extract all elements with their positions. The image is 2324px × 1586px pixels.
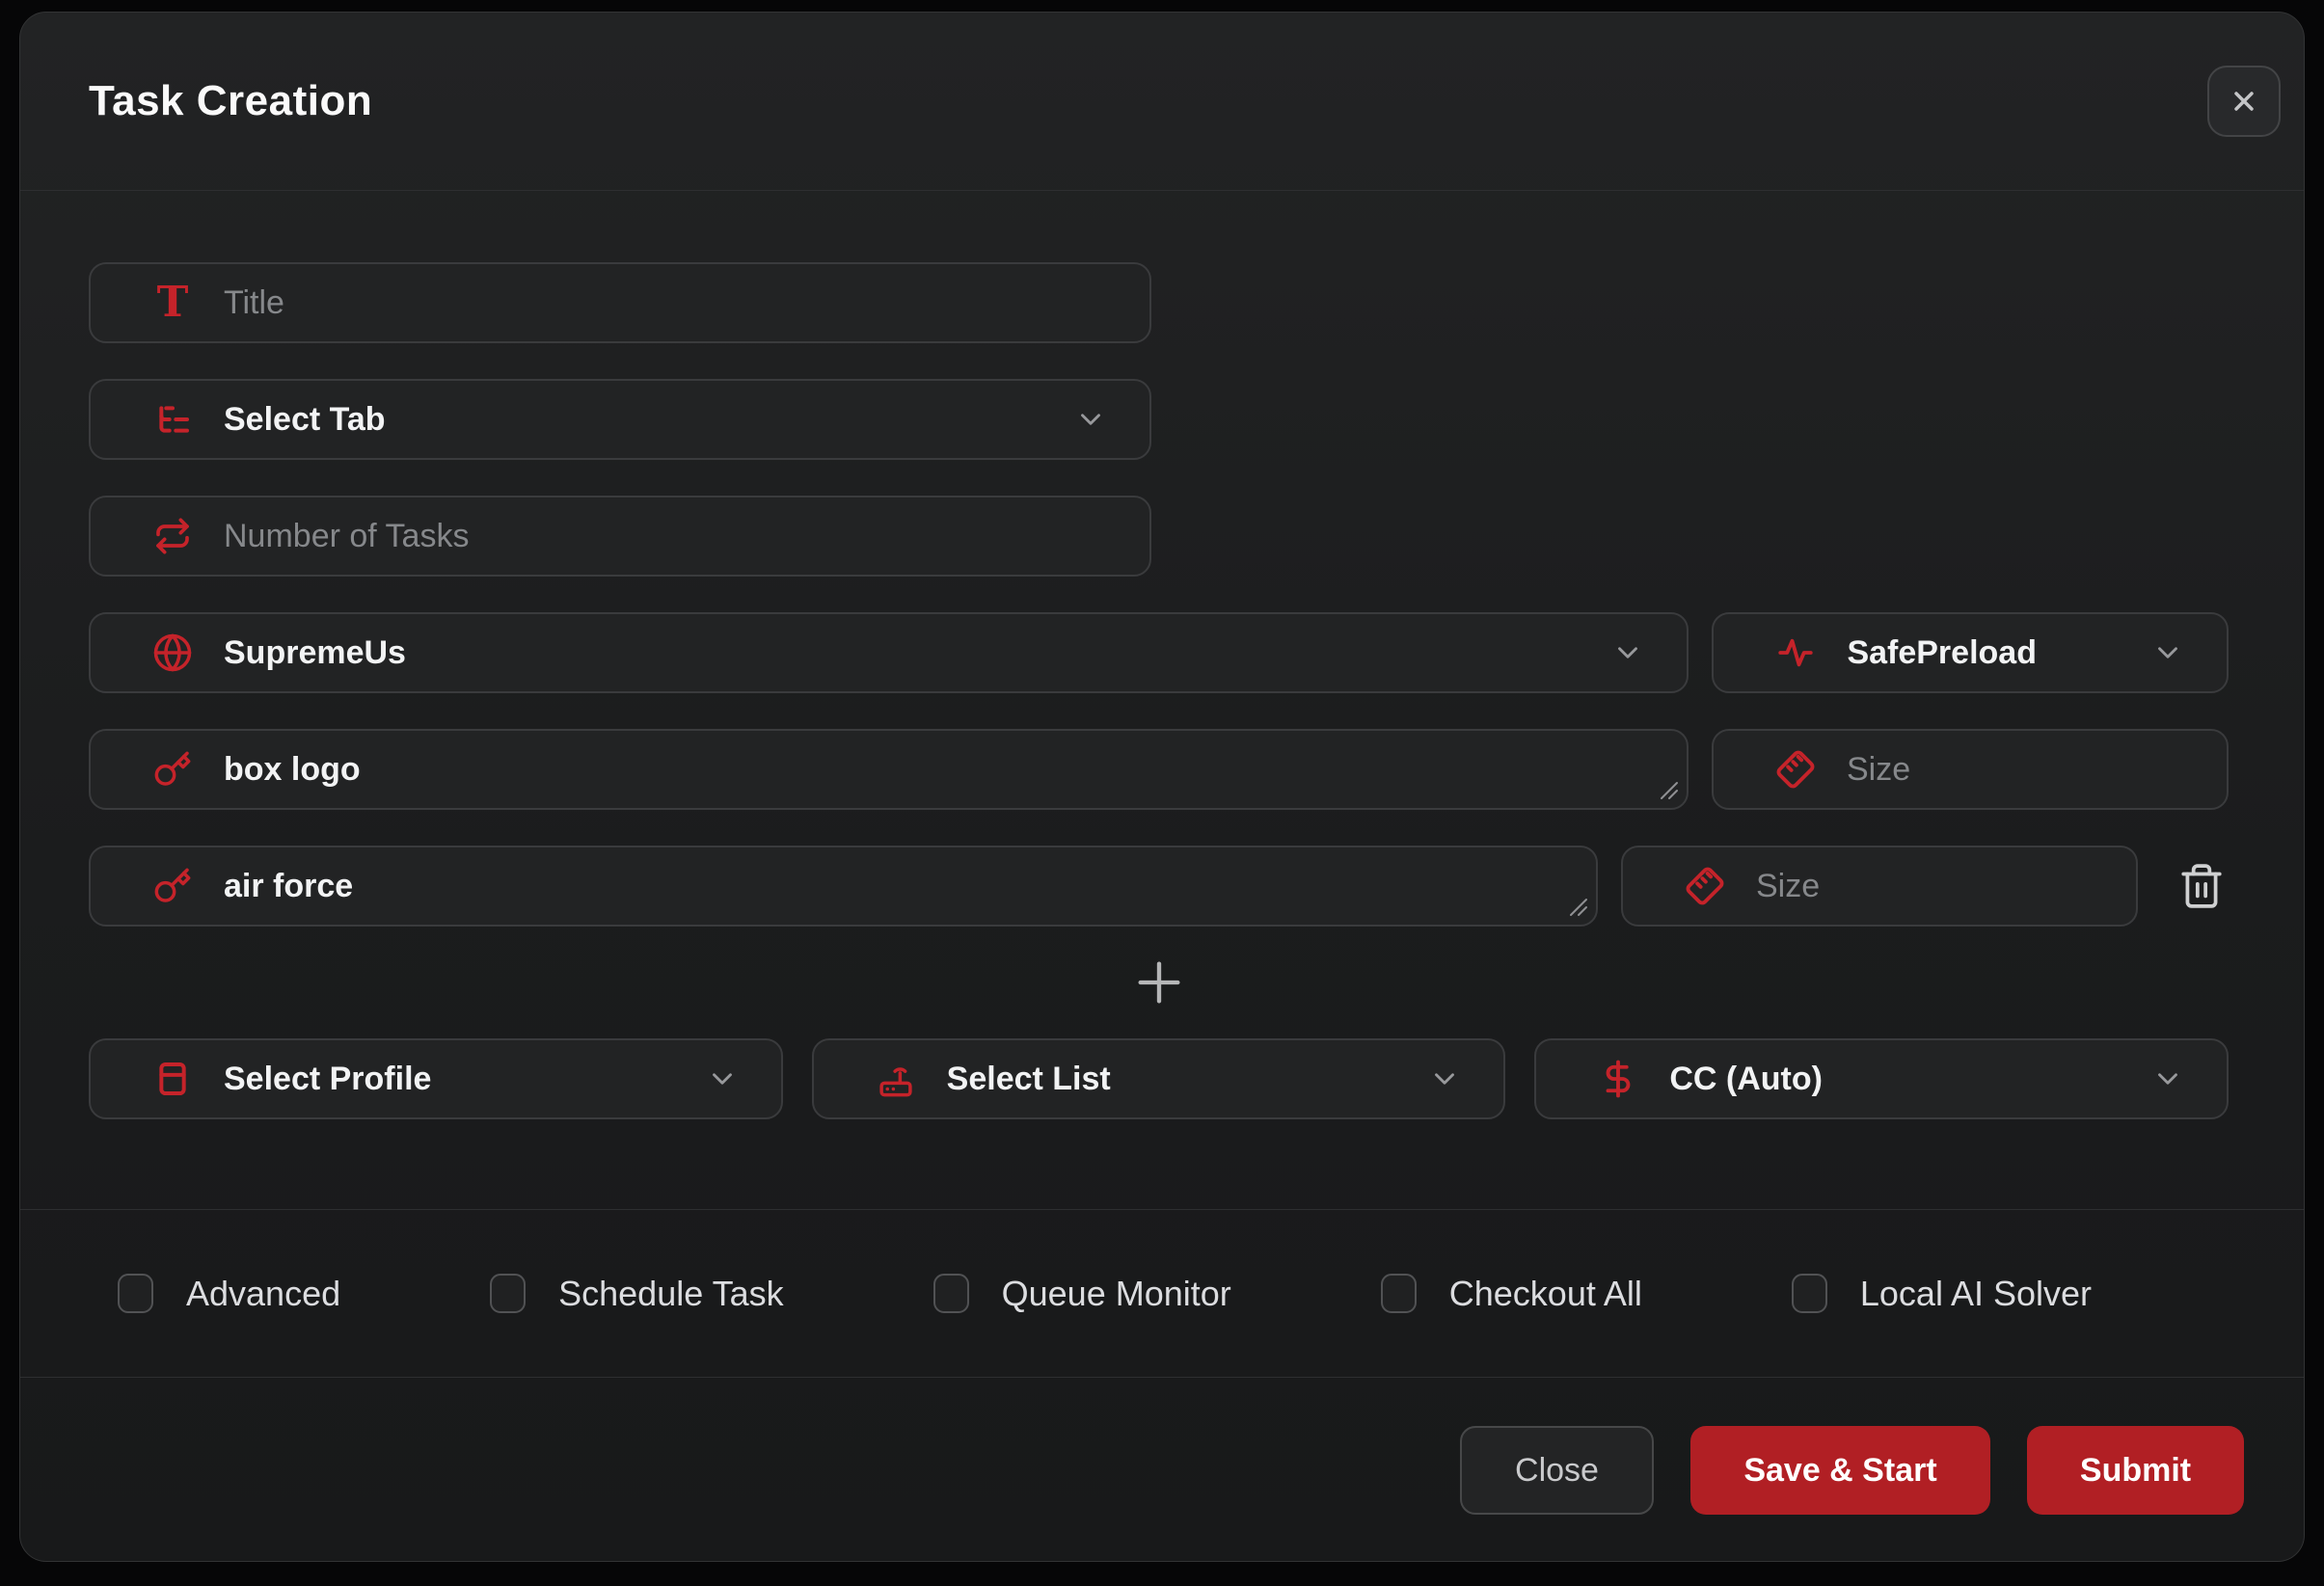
keywords-field[interactable] (89, 846, 1598, 927)
payment-mode-dropdown[interactable]: CC (Auto) (1534, 1038, 2229, 1119)
chevron-down-icon (1611, 636, 1644, 669)
list-tree-icon (152, 399, 193, 440)
save-and-start-button[interactable]: Save & Start (1690, 1426, 1990, 1515)
chevron-down-icon (706, 1062, 739, 1095)
page-title: Task Creation (89, 77, 372, 125)
modal-footer: Close Save & Start Submit (20, 1378, 2304, 1562)
checkbox-box[interactable] (118, 1274, 153, 1313)
size-field[interactable] (1712, 729, 2229, 810)
select-tab-dropdown[interactable]: Select Tab (89, 379, 1151, 460)
task-creation-modal: Task Creation T Select Tab (19, 12, 2305, 1562)
plus-icon (1131, 954, 1187, 1010)
select-tab-value: Select Tab (224, 401, 1074, 439)
checkbox-label: Advanced (186, 1274, 340, 1314)
product-row (89, 846, 2229, 927)
chevron-down-icon (2151, 636, 2184, 669)
mode-dropdown[interactable]: SafePreload (1712, 612, 2229, 693)
checkbox-box[interactable] (1381, 1274, 1417, 1313)
number-of-tasks-field[interactable] (89, 496, 1151, 577)
checkbox-advanced[interactable]: Advanced (118, 1274, 340, 1314)
add-product-button[interactable] (1121, 944, 1198, 1021)
dollar-icon (1598, 1059, 1638, 1099)
checkbox-box[interactable] (933, 1274, 969, 1313)
checkbox-label: Schedule Task (558, 1274, 784, 1314)
resize-handle-icon[interactable] (1659, 780, 1680, 801)
chevron-down-icon (1428, 1062, 1461, 1095)
checkbox-label: Local AI Solver (1860, 1274, 2092, 1314)
chevron-down-icon (1074, 403, 1107, 436)
checkbox-box[interactable] (1792, 1274, 1827, 1313)
router-icon (876, 1059, 916, 1099)
options-band: Advanced Schedule Task Queue Monitor Che… (20, 1209, 2304, 1378)
checkbox-queue-monitor[interactable]: Queue Monitor (933, 1274, 1231, 1314)
select-list-dropdown[interactable]: Select List (812, 1038, 1506, 1119)
modal-header: Task Creation (20, 13, 2304, 191)
close-footer-button[interactable]: Close (1460, 1426, 1654, 1515)
checkbox-label: Checkout All (1449, 1274, 1642, 1314)
checkbox-schedule-task[interactable]: Schedule Task (490, 1274, 784, 1314)
number-of-tasks-input[interactable] (224, 497, 1107, 575)
size-field[interactable] (1621, 846, 2138, 927)
checkbox-checkout-all[interactable]: Checkout All (1381, 1274, 1642, 1314)
select-list-value: Select List (947, 1061, 1429, 1098)
mode-value: SafePreload (1847, 634, 2151, 672)
activity-pulse-icon (1775, 632, 1816, 673)
resize-handle-icon[interactable] (1568, 897, 1589, 918)
ruler-icon (1775, 749, 1816, 790)
key-icon (152, 749, 193, 790)
type-icon: T (152, 282, 193, 323)
key-icon (152, 866, 193, 906)
product-row (89, 729, 2229, 810)
close-button[interactable] (2207, 66, 2281, 137)
select-profile-value: Select Profile (224, 1061, 706, 1098)
size-input[interactable] (1847, 731, 2290, 808)
checkbox-local-ai-solver[interactable]: Local AI Solver (1792, 1274, 2092, 1314)
size-input[interactable] (1756, 847, 2200, 925)
payment-mode-value: CC (Auto) (1669, 1061, 2151, 1098)
checkbox-box[interactable] (490, 1274, 526, 1313)
site-value: SupremeUs (224, 634, 1611, 672)
select-profile-dropdown[interactable]: Select Profile (89, 1038, 783, 1119)
keywords-field[interactable] (89, 729, 1689, 810)
close-x-icon (2229, 86, 2259, 117)
credit-card-icon (152, 1059, 193, 1099)
site-dropdown[interactable]: SupremeUs (89, 612, 1689, 693)
checkbox-label: Queue Monitor (1002, 1274, 1231, 1314)
submit-button[interactable]: Submit (2027, 1426, 2244, 1515)
title-field[interactable]: T (89, 262, 1151, 343)
keywords-textarea[interactable] (224, 847, 1554, 925)
globe-icon (152, 632, 193, 673)
chevron-down-icon (2151, 1062, 2184, 1095)
title-input[interactable] (224, 264, 1107, 341)
keywords-textarea[interactable] (224, 731, 1644, 808)
modal-body: T Select Tab (20, 191, 2304, 1119)
ruler-icon (1685, 866, 1725, 906)
repeat-icon (152, 516, 193, 556)
